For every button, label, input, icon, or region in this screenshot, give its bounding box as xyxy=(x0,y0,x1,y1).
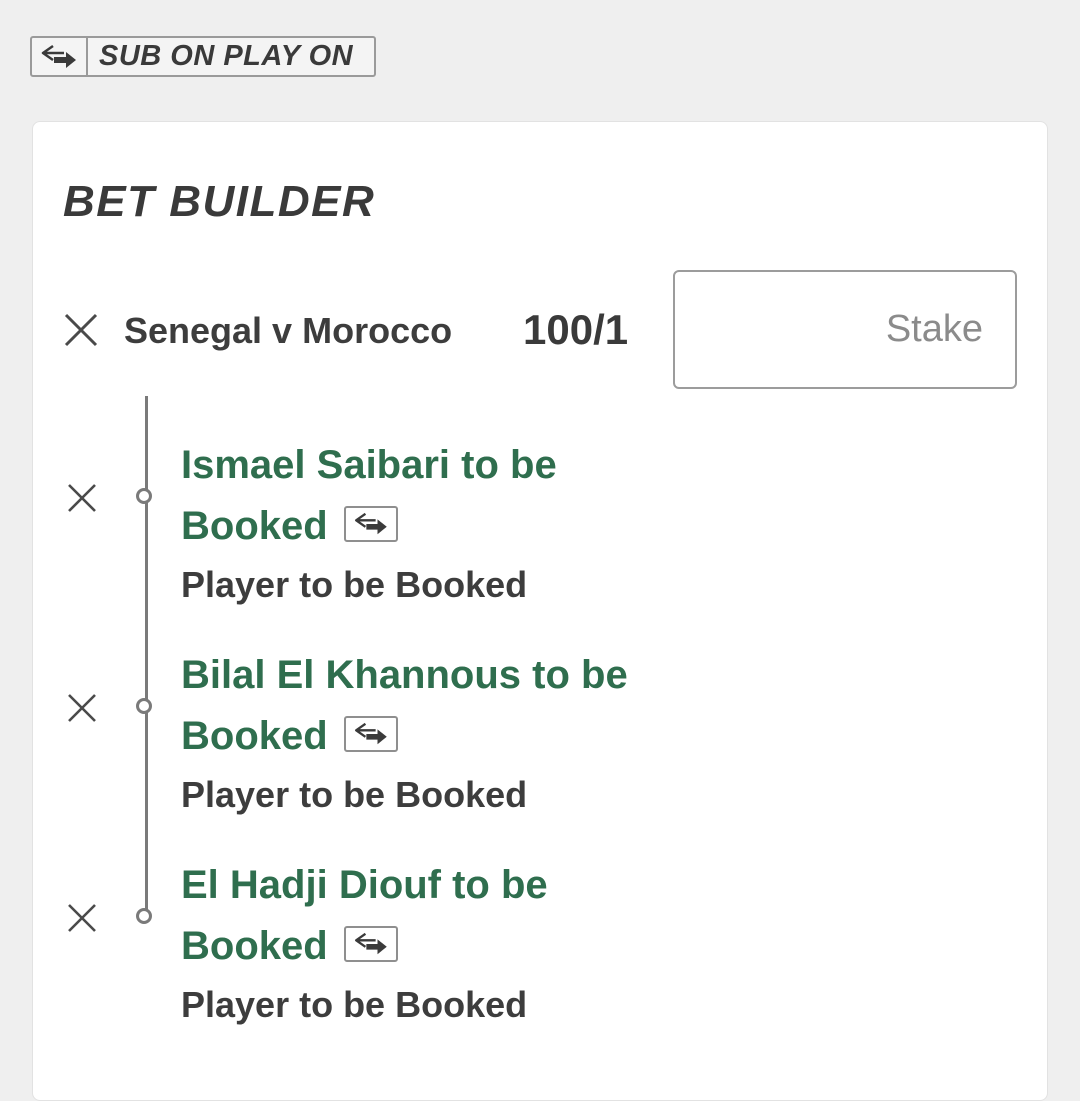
event-odds: 100/1 xyxy=(523,306,629,353)
timeline-node xyxy=(136,488,152,504)
swap-arrows-icon xyxy=(343,716,398,753)
card-title: BET BUILDER xyxy=(63,177,376,226)
swap-arrows-icon xyxy=(343,926,398,963)
event-name: Senegal v Morocco xyxy=(124,310,453,351)
timeline-node xyxy=(136,908,152,924)
remove-selection-close-icon[interactable] xyxy=(62,478,102,518)
selection-market: Player to be Booked xyxy=(181,984,528,1025)
timeline-node xyxy=(136,698,152,714)
swap-arrows-icon xyxy=(32,38,88,75)
selection-title-line1: El Hadji Diouf to be xyxy=(181,863,548,907)
selection-market: Player to be Booked xyxy=(181,564,528,605)
selection-title: El Hadji Diouf to be Booked xyxy=(181,855,701,977)
selection-title-line2: Booked xyxy=(181,714,328,758)
remove-event-close-icon[interactable] xyxy=(61,310,101,350)
bet-builder-card: BET BUILDER Senegal v Morocco 100/1 Isma… xyxy=(32,121,1048,1101)
sub-on-play-on-badge: SUB ON PLAY ON xyxy=(30,36,376,77)
stake-input[interactable] xyxy=(673,270,1017,389)
selection-title-line2: Booked xyxy=(181,924,328,968)
swap-arrows-icon xyxy=(343,506,398,543)
selection-title-line1: Ismael Saibari to be xyxy=(181,443,557,487)
remove-selection-close-icon[interactable] xyxy=(62,898,102,938)
selection-title-line1: Bilal El Khannous to be xyxy=(181,653,628,697)
selection-timeline xyxy=(145,396,148,916)
selection-title: Ismael Saibari to be Booked xyxy=(181,435,701,557)
selection-title-line2: Booked xyxy=(181,504,328,548)
sub-badge-label: SUB ON PLAY ON xyxy=(99,40,354,72)
remove-selection-close-icon[interactable] xyxy=(62,688,102,728)
selection-market: Player to be Booked xyxy=(181,774,528,815)
selection-title: Bilal El Khannous to be Booked xyxy=(181,645,701,767)
